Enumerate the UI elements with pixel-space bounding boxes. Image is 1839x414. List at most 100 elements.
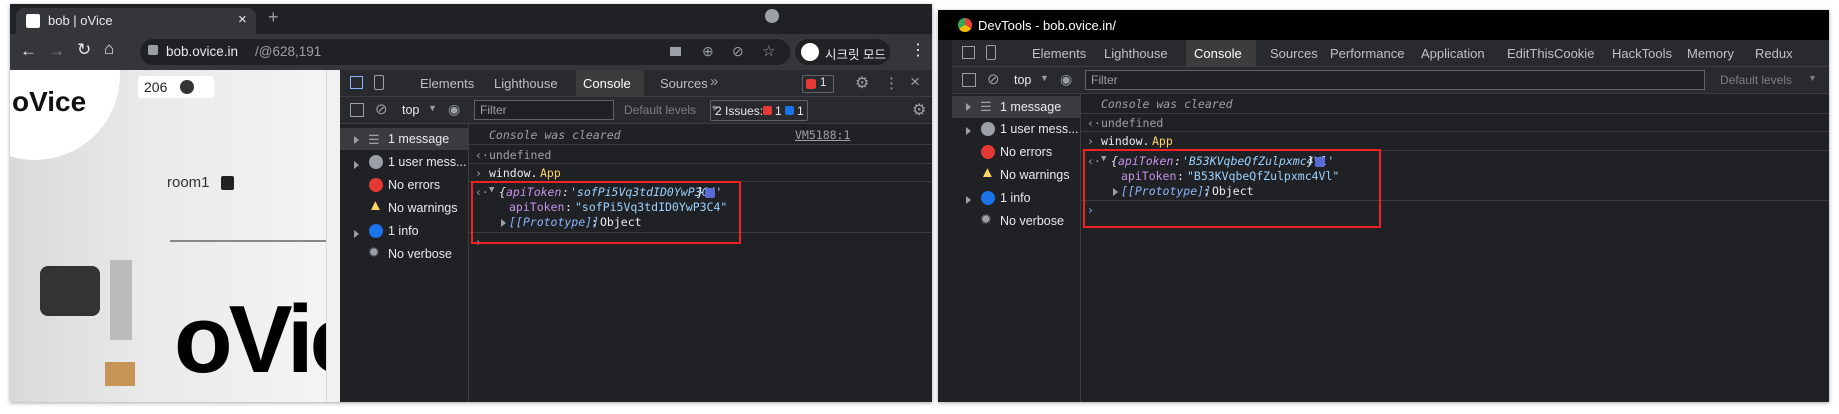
user-icon bbox=[369, 155, 383, 169]
inspect-icon[interactable] bbox=[350, 76, 363, 89]
sidebar-toggle-icon[interactable] bbox=[962, 73, 976, 87]
live-expression-icon[interactable]: ◉ bbox=[448, 101, 460, 118]
sidebar-toggle-icon[interactable] bbox=[350, 103, 364, 117]
tab-lighthouse[interactable]: Lighthouse bbox=[494, 76, 558, 91]
warning-icon: ▲ bbox=[980, 164, 995, 181]
more-tabs-icon[interactable]: » bbox=[710, 73, 718, 90]
highlight-box bbox=[471, 181, 741, 244]
input-arrow-icon: › bbox=[1087, 134, 1094, 148]
console-divider bbox=[469, 163, 932, 164]
browser-tab-strip: bob | oVice × + bbox=[10, 4, 932, 34]
forward-icon[interactable]: → bbox=[48, 41, 65, 61]
tab-redux[interactable]: Redux bbox=[1755, 46, 1793, 61]
eye-off-icon[interactable]: ⊘ bbox=[732, 43, 744, 60]
tab-hacktools[interactable]: HackTools bbox=[1612, 46, 1672, 61]
console-undefined: undefined bbox=[1101, 116, 1164, 130]
error-icon bbox=[369, 178, 383, 192]
back-icon[interactable]: ← bbox=[20, 41, 37, 61]
menu-kebab-icon[interactable]: ⋮ bbox=[910, 40, 926, 60]
sidebar-item-user-messages[interactable]: 1 user mess... bbox=[1000, 122, 1079, 136]
tab-console[interactable]: Console bbox=[1194, 46, 1242, 61]
console-source-link[interactable]: VM5188:1 bbox=[795, 128, 850, 142]
console-output: Console was cleared VM5188:1 ‹· undefine… bbox=[469, 124, 932, 402]
tab-search-icon[interactable] bbox=[765, 9, 779, 23]
error-counter[interactable]: 1 bbox=[802, 75, 834, 93]
tab-title: bob | oVice bbox=[48, 13, 113, 28]
incognito-badge[interactable]: 시크릿 모드 bbox=[795, 39, 890, 65]
user-icon bbox=[981, 122, 995, 136]
tab-editthiscookie[interactable]: EditThisCookie bbox=[1507, 46, 1594, 61]
home-icon[interactable]: ⌂ bbox=[104, 39, 114, 59]
list-icon: ☰ bbox=[368, 132, 380, 147]
result-arrow-icon: ‹· bbox=[475, 148, 489, 162]
page-viewport: oVice 206 room1 oVic bbox=[10, 70, 340, 402]
tab-elements[interactable]: Elements bbox=[420, 76, 474, 91]
sidebar-item-info[interactable]: 1 info bbox=[1000, 191, 1031, 205]
settings-gear-icon[interactable]: ⚙ bbox=[855, 73, 869, 93]
tab-sources[interactable]: Sources bbox=[1270, 46, 1318, 61]
sidebar-item-verbose[interactable]: No verbose bbox=[1000, 214, 1064, 228]
window-titlebar: DevTools - bob.ovice.in/ bbox=[938, 10, 1829, 40]
issue-error-count: 1 bbox=[775, 104, 782, 118]
room-label[interactable]: room1 bbox=[167, 174, 210, 191]
console-toolbar: ⊘ top ▼ ◉ Filter Default levels ▼ bbox=[952, 67, 1829, 94]
context-selector[interactable]: top bbox=[1014, 73, 1031, 87]
tab-performance[interactable]: Performance bbox=[1330, 46, 1404, 61]
issues-button[interactable]: 2 Issues: 1 1 bbox=[710, 100, 808, 121]
context-caret-icon: ▼ bbox=[1040, 73, 1049, 83]
sidebar-item-user-messages[interactable]: 1 user mess... bbox=[388, 155, 467, 169]
calendar-icon[interactable] bbox=[221, 176, 234, 190]
left-screenshot: bob | oVice × + ← → ↻ ⌂ bob.ovice.in /@6… bbox=[10, 4, 932, 402]
console-toolbar: ⊘ top ▼ ◉ Filter Default levels ▼ 2 Issu… bbox=[340, 97, 932, 124]
tab-application[interactable]: Application bbox=[1421, 46, 1485, 61]
star-icon[interactable]: ☆ bbox=[762, 42, 775, 60]
camera-icon[interactable] bbox=[670, 47, 681, 56]
tab-sources[interactable]: Sources bbox=[660, 76, 708, 91]
incognito-label: 시크릿 모드 bbox=[825, 48, 886, 62]
levels-dropdown[interactable]: Default levels bbox=[624, 103, 696, 117]
bug-icon: ✹ bbox=[980, 211, 992, 227]
sidebar-item-errors[interactable]: No errors bbox=[1000, 145, 1052, 159]
tab-console[interactable]: Console bbox=[583, 76, 631, 91]
page-scrollbar[interactable] bbox=[326, 70, 340, 402]
device-icon[interactable] bbox=[374, 75, 384, 90]
issue-error-icon bbox=[763, 106, 772, 115]
input-arrow-icon: › bbox=[475, 166, 482, 180]
reload-icon[interactable]: ↻ bbox=[77, 40, 91, 60]
tab-close-icon[interactable]: × bbox=[238, 11, 247, 28]
sidebar-item-errors[interactable]: No errors bbox=[388, 178, 440, 192]
clear-console-icon[interactable]: ⊘ bbox=[987, 70, 1000, 88]
console-filter-input[interactable]: Filter bbox=[1085, 70, 1705, 90]
sidebar-item-verbose[interactable]: No verbose bbox=[388, 247, 452, 261]
lock-icon bbox=[148, 45, 158, 55]
error-icon bbox=[806, 79, 816, 89]
sidebar-item-warnings[interactable]: No warnings bbox=[388, 201, 457, 215]
live-expression-icon[interactable]: ◉ bbox=[1060, 71, 1072, 88]
console-filter-input[interactable]: Filter bbox=[474, 100, 614, 120]
tab-lighthouse[interactable]: Lighthouse bbox=[1104, 46, 1168, 61]
zoom-icon[interactable]: ⊕ bbox=[702, 43, 714, 60]
filter-placeholder: Filter bbox=[1091, 73, 1118, 87]
tab-memory[interactable]: Memory bbox=[1687, 46, 1734, 61]
chrome-logo-icon bbox=[958, 18, 972, 32]
levels-dropdown[interactable]: Default levels bbox=[1720, 73, 1792, 87]
inspect-icon[interactable] bbox=[962, 46, 975, 59]
user-count-badge[interactable]: 206 bbox=[138, 76, 214, 98]
browser-tab[interactable]: bob | oVice × bbox=[16, 8, 256, 34]
context-selector[interactable]: top bbox=[402, 103, 419, 117]
sidebar-item-messages[interactable]: 1 message bbox=[388, 132, 449, 146]
right-screenshot: DevTools - bob.ovice.in/ Elements Lighth… bbox=[938, 10, 1829, 402]
devtools-kebab-icon[interactable]: ⋮ bbox=[884, 74, 899, 92]
filter-placeholder: Filter bbox=[480, 103, 507, 117]
console-settings-icon[interactable]: ⚙ bbox=[912, 100, 926, 120]
address-bar[interactable]: bob.ovice.in /@628,191 ⊕ ⊘ ☆ bbox=[140, 39, 790, 65]
devtools-close-icon[interactable]: × bbox=[910, 72, 920, 92]
clear-console-icon[interactable]: ⊘ bbox=[375, 100, 388, 118]
sidebar-item-warnings[interactable]: No warnings bbox=[1000, 168, 1069, 182]
sidebar-item-info[interactable]: 1 info bbox=[388, 224, 419, 238]
device-icon[interactable] bbox=[986, 45, 996, 60]
new-tab-icon[interactable]: + bbox=[268, 7, 279, 28]
sidebar-item-messages[interactable]: 1 message bbox=[1000, 100, 1061, 114]
ovice-logo: oVice bbox=[12, 86, 87, 117]
tab-elements[interactable]: Elements bbox=[1032, 46, 1086, 61]
